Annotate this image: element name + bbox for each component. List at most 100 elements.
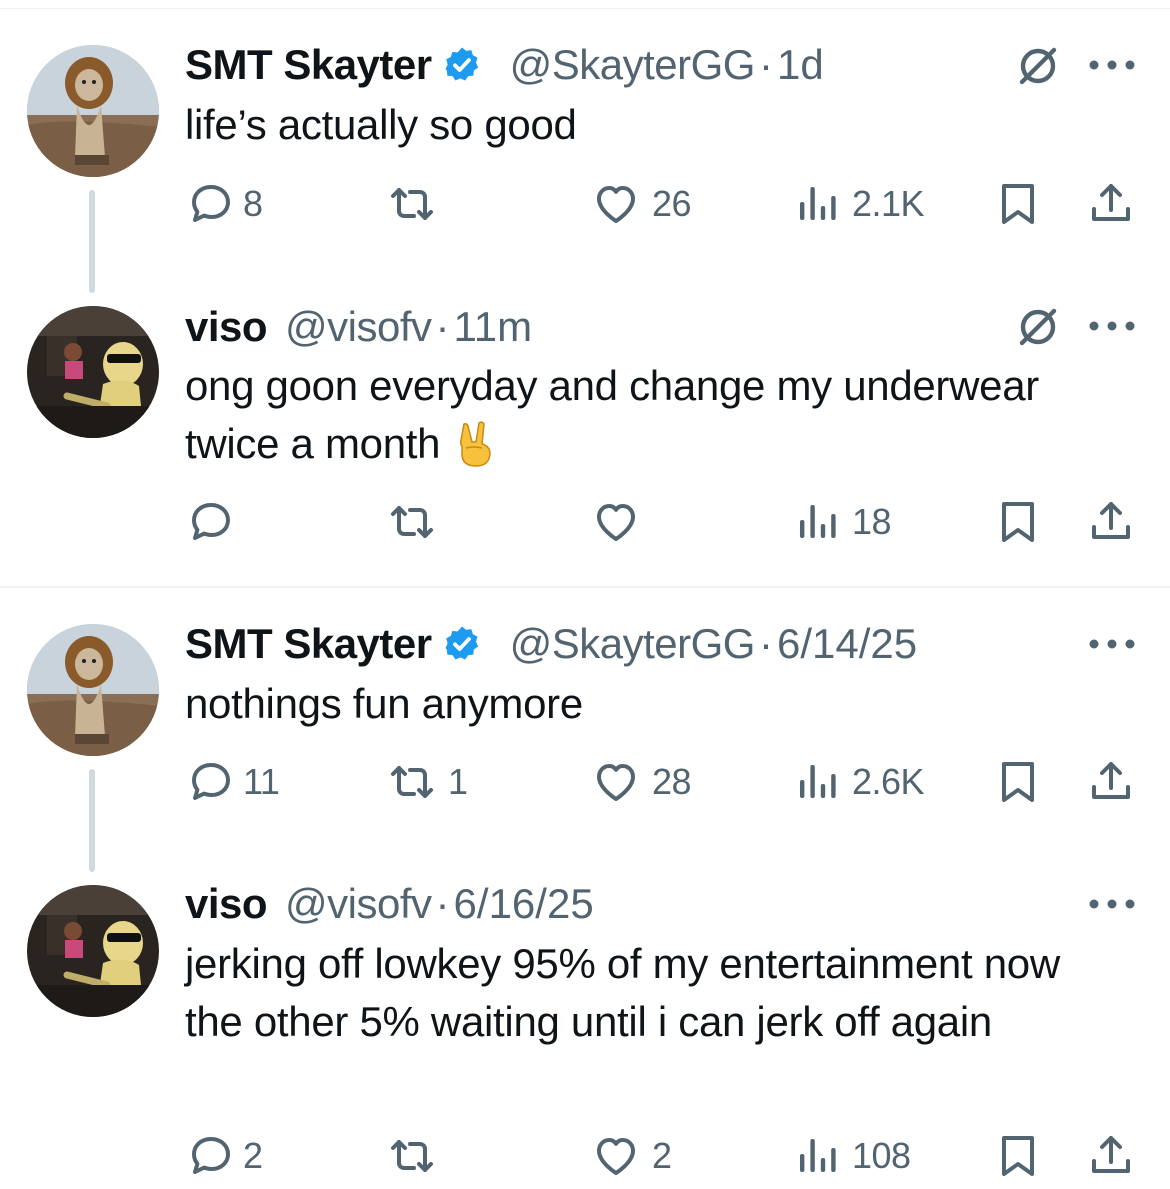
bar-chart-icon [792, 498, 840, 546]
bookmark-button[interactable] [994, 180, 1042, 228]
tweet-1[interactable]: SMT Skayter @SkayterGG · 1d life’s actua… [0, 0, 1170, 293]
thread-line [89, 769, 95, 872]
bookmark-icon [994, 180, 1042, 228]
separator: · [435, 303, 450, 350]
tweet-header: viso @visofv · 11m [185, 303, 532, 351]
like-button[interactable]: 2 [592, 1132, 672, 1180]
separator: · [435, 880, 450, 927]
repost-arrows-icon [388, 758, 436, 806]
reply-button[interactable] [187, 498, 243, 546]
tweet-text: jerking off lowkey 95% of my entertainme… [185, 940, 1060, 1045]
victory-hand-emoji-icon [454, 420, 498, 468]
tweet-header: viso @visofv · 6/16/25 [185, 880, 594, 928]
bookmark-button[interactable] [994, 758, 1042, 806]
view-count: 108 [852, 1135, 911, 1176]
handle[interactable]: @visofv [285, 880, 432, 928]
tweet-4[interactable]: viso @visofv · 6/16/25 jerking off lowke… [0, 868, 1170, 1189]
bar-chart-icon [792, 1132, 840, 1180]
share-upload-icon [1087, 1132, 1135, 1180]
share-button[interactable] [1087, 1132, 1135, 1180]
timestamp[interactable]: 11m [454, 303, 533, 351]
repost-button[interactable] [388, 1132, 448, 1180]
views-button[interactable]: 18 [792, 498, 892, 546]
reply-button[interactable]: 11 [187, 758, 280, 806]
verified-badge-icon[interactable] [442, 45, 482, 85]
avatar[interactable] [27, 306, 159, 438]
tweet-header: SMT Skayter @SkayterGG · 1d [185, 41, 824, 89]
display-name[interactable]: viso [185, 303, 268, 351]
display-name[interactable]: SMT Skayter [185, 41, 432, 89]
like-count: 26 [652, 183, 692, 224]
reply-count: 2 [243, 1135, 263, 1176]
separator: · [758, 620, 773, 667]
tweet-3[interactable]: SMT Skayter @SkayterGG · 6/14/25 nothing… [0, 588, 1170, 872]
share-button[interactable] [1087, 498, 1135, 546]
like-button[interactable] [592, 498, 652, 546]
separator: · [758, 41, 773, 88]
share-button[interactable] [1087, 180, 1135, 228]
speech-bubble-icon [187, 758, 235, 806]
timestamp[interactable]: 1d [777, 41, 824, 89]
share-upload-icon [1087, 758, 1135, 806]
reply-button[interactable]: 8 [187, 180, 263, 228]
like-button[interactable]: 28 [592, 758, 692, 806]
view-count: 18 [852, 501, 892, 542]
share-button[interactable] [1087, 758, 1135, 806]
speech-bubble-icon [187, 1132, 235, 1180]
handle[interactable]: @SkayterGG [510, 41, 756, 89]
like-count: 28 [652, 761, 692, 802]
tweet-header: SMT Skayter @SkayterGG · 6/14/25 [185, 620, 917, 668]
more-dots-icon[interactable] [1088, 898, 1136, 910]
view-count: 2.1K [852, 183, 925, 224]
avatar[interactable] [27, 624, 159, 756]
repost-button[interactable] [388, 498, 448, 546]
bar-chart-icon [792, 180, 840, 228]
bookmark-icon [994, 498, 1042, 546]
more-dots-icon[interactable] [1088, 59, 1136, 71]
tweet-text: nothings fun anymore [185, 680, 583, 727]
repost-arrows-icon [388, 1132, 436, 1180]
timestamp[interactable]: 6/16/25 [454, 880, 594, 928]
display-name[interactable]: SMT Skayter [185, 620, 432, 668]
like-count: 2 [652, 1135, 672, 1176]
more-dots-icon[interactable] [1088, 638, 1136, 650]
reply-count: 8 [243, 183, 263, 224]
views-button[interactable]: 2.1K [792, 180, 925, 228]
bookmark-button[interactable] [994, 498, 1042, 546]
grok-icon[interactable] [1014, 303, 1062, 351]
handle[interactable]: @SkayterGG [510, 620, 756, 668]
avatar[interactable] [27, 885, 159, 1017]
bookmark-icon [994, 758, 1042, 806]
bookmark-icon [994, 1132, 1042, 1180]
tweet-2[interactable]: viso @visofv · 11m ong goon everyday and… [0, 290, 1170, 586]
tweet-text: life’s actually so good [185, 101, 577, 148]
views-button[interactable]: 2.6K [792, 758, 925, 806]
share-upload-icon [1087, 498, 1135, 546]
repost-button[interactable] [388, 180, 448, 228]
like-button[interactable]: 26 [592, 180, 692, 228]
bookmark-button[interactable] [994, 1132, 1042, 1180]
repost-count: 1 [448, 761, 468, 802]
speech-bubble-icon [187, 498, 235, 546]
heart-icon [592, 180, 640, 228]
reply-button[interactable]: 2 [187, 1132, 263, 1180]
tweet-text: ong goon everyday and change my underwea… [185, 357, 1135, 473]
avatar[interactable] [27, 45, 159, 177]
speech-bubble-icon [187, 180, 235, 228]
bar-chart-icon [792, 758, 840, 806]
handle[interactable]: @visofv [285, 303, 432, 351]
repost-button[interactable]: 1 [388, 758, 468, 806]
share-upload-icon [1087, 180, 1135, 228]
grok-icon[interactable] [1014, 42, 1062, 90]
heart-icon [592, 1132, 640, 1180]
thread-line [89, 190, 95, 293]
verified-badge-icon[interactable] [442, 624, 482, 664]
repost-arrows-icon [388, 180, 436, 228]
views-button[interactable]: 108 [792, 1132, 911, 1180]
repost-arrows-icon [388, 498, 436, 546]
more-dots-icon[interactable] [1088, 320, 1136, 332]
display-name[interactable]: viso [185, 880, 268, 928]
reply-count: 11 [243, 761, 280, 802]
tweet-text-body: ong goon everyday and change my underwea… [185, 362, 1039, 467]
timestamp[interactable]: 6/14/25 [777, 620, 917, 668]
